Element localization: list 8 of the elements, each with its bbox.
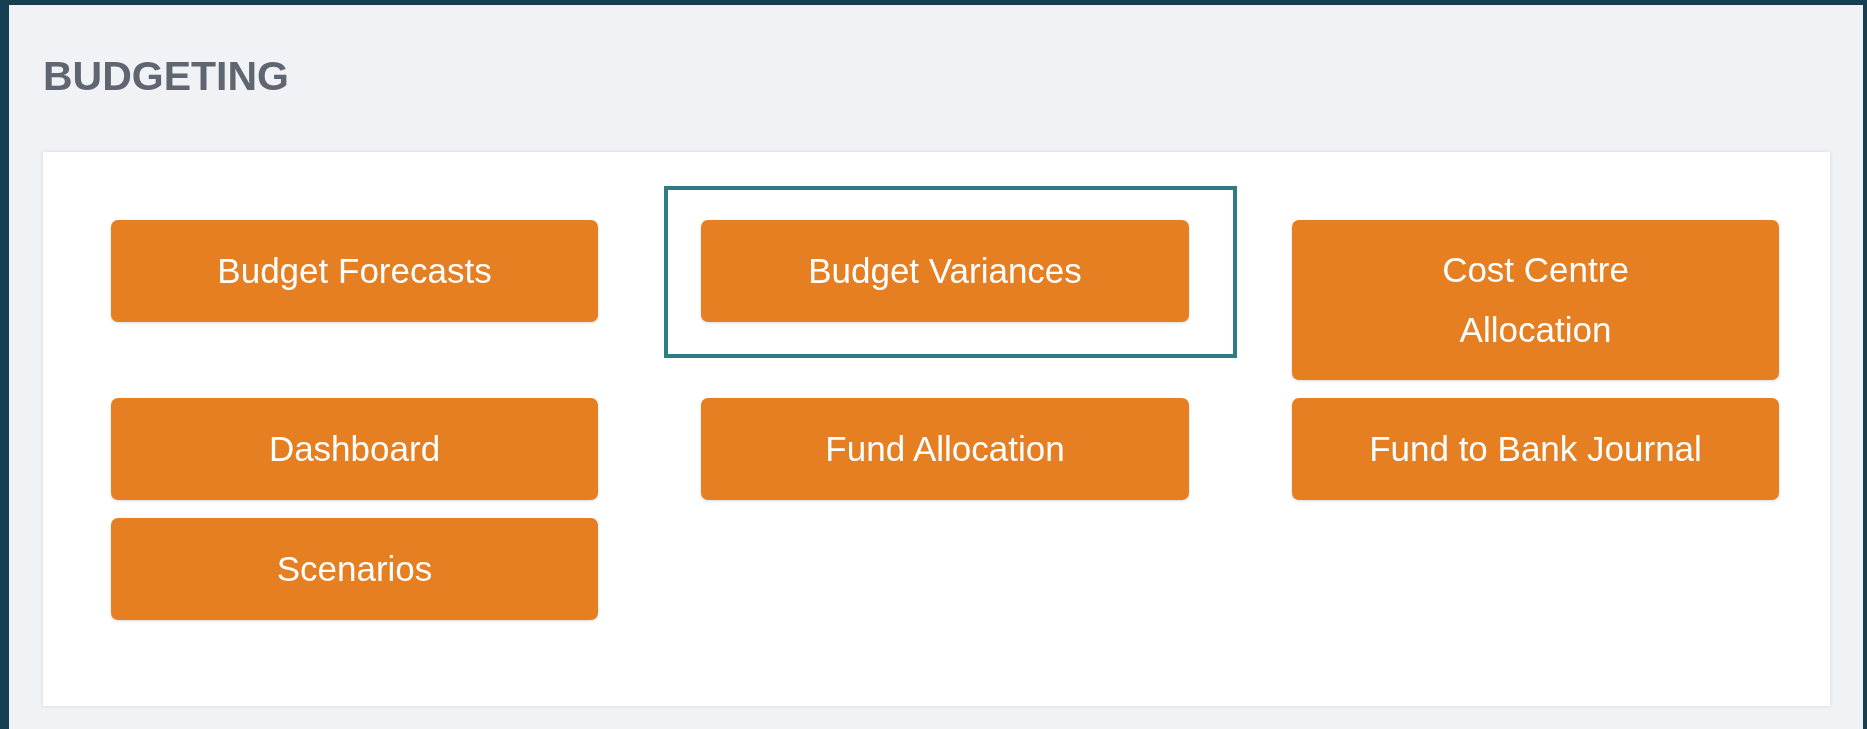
menu-button[interactable]: Fund to Bank Journal	[1292, 398, 1779, 500]
menu-button[interactable]: Budget Forecasts	[111, 220, 598, 322]
menu-button[interactable]: Fund Allocation	[701, 398, 1189, 500]
menu-button[interactable]: Scenarios	[111, 518, 598, 620]
section-title: BUDGETING	[43, 53, 289, 100]
menu-button[interactable]: Dashboard	[111, 398, 598, 500]
menu-button[interactable]: Cost Centre Allocation	[1292, 220, 1779, 380]
menu-button[interactable]: Budget Variances	[701, 220, 1189, 322]
